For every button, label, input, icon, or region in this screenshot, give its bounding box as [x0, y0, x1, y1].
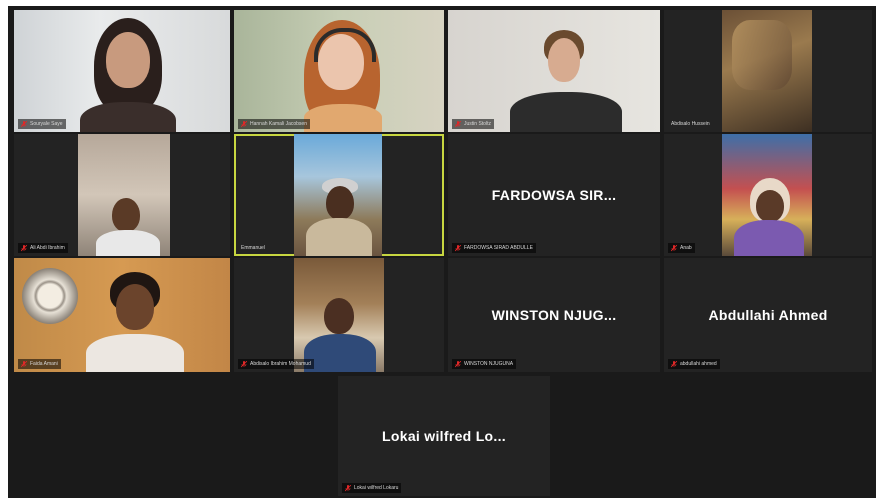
participant-tile[interactable]: Faida Amani: [14, 258, 230, 372]
participant-name-tag: Ali Abdi Ibrahim: [18, 243, 68, 253]
participant-display-name: WINSTON NJUG...: [491, 307, 617, 323]
participant-name-tag: Anab: [668, 243, 695, 253]
participant-tile[interactable]: Abdullahi Ahmed abdullahi ahmed: [664, 258, 872, 372]
participant-name: Souryale Saye: [30, 121, 63, 127]
participant-tile[interactable]: Abdisalo Hussein: [664, 10, 872, 132]
participant-video: [234, 10, 444, 132]
muted-mic-icon: [345, 484, 351, 491]
muted-mic-icon: [455, 120, 461, 127]
participant-name: Abdisalo Hussein: [671, 121, 710, 127]
muted-mic-icon: [21, 120, 27, 127]
participant-name-tag: Emmanuel: [238, 243, 268, 253]
participant-name-tag: Abdisalo Ibrahim Mohamud: [238, 359, 314, 369]
participant-name: Emmanuel: [241, 245, 265, 251]
muted-mic-icon: [671, 244, 677, 251]
participant-name-tag: Lokai wilfred Lokaru: [342, 483, 402, 493]
participant-tile[interactable]: Lokai wilfred Lo... Lokai wilfred Lokaru: [338, 376, 550, 496]
active-speaker-tile[interactable]: Emmanuel: [234, 134, 444, 256]
participant-video: [78, 134, 170, 256]
participant-name-tag: Hannah Kamali Jacobsen: [238, 119, 310, 129]
participant-name: WINSTON NJUGUNA: [464, 361, 514, 367]
video-gallery: Souryale Saye Hannah Kamali Jacobsen Jus…: [8, 6, 876, 498]
participant-display-name: Lokai wilfred Lo...: [382, 428, 506, 444]
participant-video: [14, 258, 230, 372]
participant-name: Anab: [680, 245, 692, 251]
participant-name: Lokai wilfred Lokaru: [354, 485, 399, 491]
participant-name: FARDOWSA SIRAD ABDULLE: [464, 245, 533, 251]
participant-name: Faida Amani: [30, 361, 58, 367]
participant-video: [722, 10, 812, 132]
participant-display-name: Abdullahi Ahmed: [708, 307, 828, 323]
muted-mic-icon: [455, 360, 461, 367]
participant-name-tag: FARDOWSA SIRAD ABDULLE: [452, 243, 536, 253]
participant-name-tag: Souryale Saye: [18, 119, 66, 129]
muted-mic-icon: [455, 244, 461, 251]
participant-name: Ali Abdi Ibrahim: [30, 245, 65, 251]
participant-display-name: FARDOWSA SIR...: [491, 187, 617, 203]
participant-tile[interactable]: Ali Abdi Ibrahim: [14, 134, 230, 256]
muted-mic-icon: [241, 360, 247, 367]
muted-mic-icon: [241, 120, 247, 127]
participant-name: Abdisalo Ibrahim Mohamud: [250, 361, 311, 367]
participant-tile[interactable]: Souryale Saye: [14, 10, 230, 132]
participant-tile[interactable]: Hannah Kamali Jacobsen: [234, 10, 444, 132]
participant-tile[interactable]: Justin Stoltz: [448, 10, 660, 132]
participant-name-tag: abdullahi ahmed: [668, 359, 720, 369]
participant-tile[interactable]: WINSTON NJUG... WINSTON NJUGUNA: [448, 258, 660, 372]
participant-video: [722, 134, 812, 256]
muted-mic-icon: [671, 360, 677, 367]
participant-video: [14, 10, 230, 132]
participant-tile[interactable]: Abdisalo Ibrahim Mohamud: [234, 258, 444, 372]
participant-name-tag: Abdisalo Hussein: [668, 119, 713, 129]
participant-name: Justin Stoltz: [464, 121, 491, 127]
participant-video: [448, 10, 660, 132]
participant-name-tag: Justin Stoltz: [452, 119, 494, 129]
participant-name-tag: WINSTON NJUGUNA: [452, 359, 517, 369]
participant-video: [294, 258, 384, 372]
participant-tile[interactable]: Anab: [664, 134, 872, 256]
muted-mic-icon: [21, 244, 27, 251]
participant-name: Hannah Kamali Jacobsen: [250, 121, 307, 127]
participant-tile[interactable]: FARDOWSA SIR... FARDOWSA SIRAD ABDULLE: [448, 134, 660, 256]
participant-name-tag: Faida Amani: [18, 359, 61, 369]
muted-mic-icon: [21, 360, 27, 367]
participant-video: [294, 134, 382, 256]
participant-name: abdullahi ahmed: [680, 361, 717, 367]
